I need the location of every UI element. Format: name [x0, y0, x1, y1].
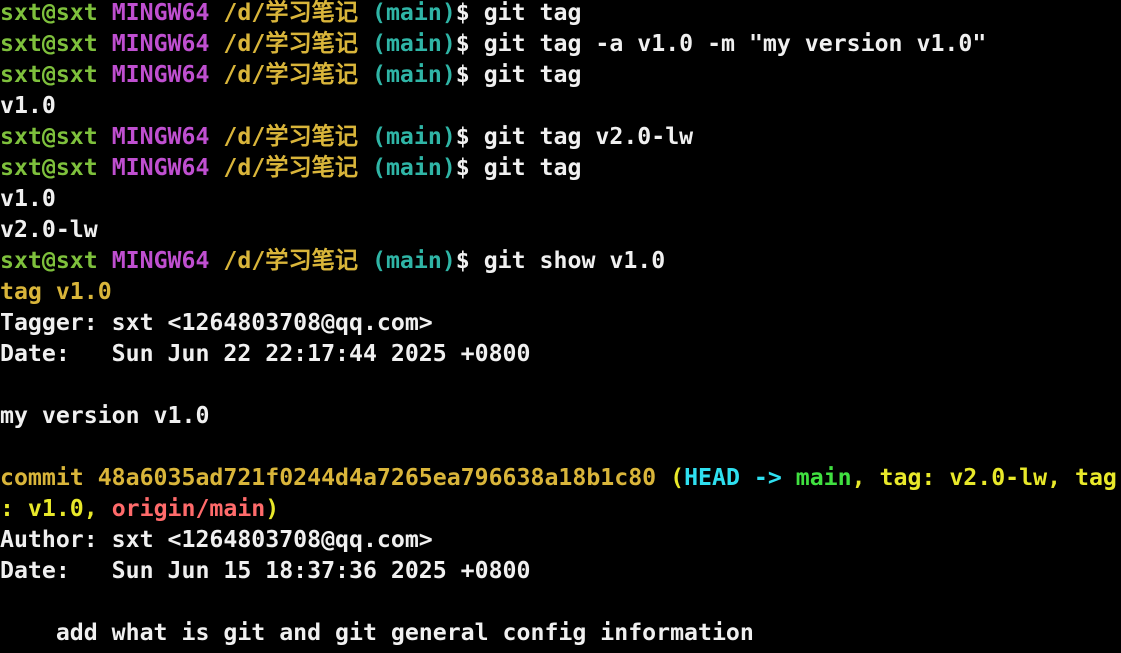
ref-space — [782, 464, 796, 491]
prompt-user: sxt@sxt — [0, 154, 98, 181]
output-text: my version v1.0 — [0, 402, 210, 429]
output-text: Tagger: sxt <1264803708@qq.com> — [0, 309, 433, 336]
command-text: git tag -a v1.0 -m "my version v1.0" — [483, 30, 987, 57]
ref-paren-open: ( — [670, 464, 685, 491]
prompt-path: /d/学习笔记 — [223, 123, 359, 150]
ref-sep: , — [851, 464, 880, 491]
prompt-symbol: $ — [455, 247, 470, 274]
command-text: git tag — [483, 154, 582, 181]
prompt-line: sxt@sxt MINGW64 /d/学习笔记 (main)$ git tag — [0, 0, 1121, 28]
ref-tag-v2: tag: v2.0-lw — [879, 464, 1048, 491]
prompt-symbol: $ — [455, 30, 470, 57]
output-text: v1.0 — [0, 92, 56, 119]
prompt-path: /d/学习笔记 — [223, 61, 359, 88]
prompt-user: sxt@sxt — [0, 123, 98, 150]
terminal-window[interactable]: sxt@sxt MINGW64 /d/学习笔记 (main)$ git tag s… — [0, 0, 1121, 653]
prompt-symbol: $ — [455, 0, 470, 26]
output-line: Author: sxt <1264803708@qq.com> — [0, 524, 1121, 555]
prompt-line: sxt@sxt MINGW64 /d/学习笔记 (main)$ git tag … — [0, 28, 1121, 59]
output-line: v2.0-lw — [0, 214, 1121, 245]
prompt-system: MINGW64 — [111, 247, 210, 274]
ref-sep: , — [1047, 464, 1075, 491]
prompt-system: MINGW64 — [111, 61, 210, 88]
ref-paren-close: ) — [265, 495, 280, 522]
output-line: my version v1.0 — [0, 400, 1121, 431]
prompt-system: MINGW64 — [111, 123, 210, 150]
command-text: git tag v2.0-lw — [483, 123, 694, 150]
prompt-path: /d/学习笔记 — [223, 0, 359, 26]
commit-line: commit 48a6035ad721f0244d4a7265ea796638a… — [0, 462, 1121, 493]
prompt-symbol: $ — [455, 61, 470, 88]
ref-tag-v1-rest: : v1.0 — [0, 495, 84, 522]
prompt-path: /d/学习笔记 — [223, 247, 359, 274]
ref-head: HEAD -> — [684, 464, 782, 491]
prompt-branch: (main) — [372, 123, 456, 150]
command-text: git show v1.0 — [483, 247, 666, 274]
prompt-branch: (main) — [372, 154, 456, 181]
output-text: v2.0-lw — [0, 216, 98, 243]
output-line: v1.0 — [0, 183, 1121, 214]
ref-tag-v1-part: tag — [1074, 464, 1117, 491]
output-line: Date: Sun Jun 22 22:17:44 2025 +0800 — [0, 338, 1121, 369]
ref-main: main — [795, 464, 852, 491]
prompt-system: MINGW64 — [111, 154, 210, 181]
ref-origin: origin/main — [111, 495, 266, 522]
prompt-path: /d/学习笔记 — [223, 154, 359, 181]
prompt-user: sxt@sxt — [0, 0, 98, 26]
commit-line-wrap: : v1.0, origin/main) — [0, 493, 1121, 524]
prompt-branch: (main) — [372, 30, 456, 57]
output-text: add what is git and git general config i… — [0, 619, 754, 646]
command-text: git tag — [483, 0, 582, 26]
output-line: Tagger: sxt <1264803708@qq.com> — [0, 307, 1121, 338]
prompt-system: MINGW64 — [111, 30, 210, 57]
output-text: Author: sxt <1264803708@qq.com> — [0, 526, 433, 553]
output-line: add what is git and git general config i… — [0, 617, 1121, 648]
prompt-user: sxt@sxt — [0, 30, 98, 57]
prompt-user: sxt@sxt — [0, 247, 98, 274]
commit-hash: commit 48a6035ad721f0244d4a7265ea796638a… — [0, 464, 671, 491]
prompt-symbol: $ — [455, 154, 470, 181]
prompt-user: sxt@sxt — [0, 61, 98, 88]
output-text: Date: Sun Jun 22 22:17:44 2025 +0800 — [0, 340, 531, 367]
tag-header-line: tag v1.0 — [0, 276, 1121, 307]
output-line: Date: Sun Jun 15 18:37:36 2025 +0800 — [0, 555, 1121, 586]
prompt-line: sxt@sxt MINGW64 /d/学习笔记 (main)$ git tag — [0, 152, 1121, 183]
prompt-line: sxt@sxt MINGW64 /d/学习笔记 (main)$ git show… — [0, 245, 1121, 276]
prompt-system: MINGW64 — [111, 0, 210, 26]
tag-header-text: tag v1.0 — [0, 278, 112, 305]
prompt-branch: (main) — [372, 247, 456, 274]
output-line: v1.0 — [0, 90, 1121, 121]
prompt-line: sxt@sxt MINGW64 /d/学习笔记 (main)$ git tag — [0, 59, 1121, 90]
prompt-branch: (main) — [372, 61, 456, 88]
prompt-symbol: $ — [455, 123, 470, 150]
output-text: v1.0 — [0, 185, 56, 212]
output-text: Date: Sun Jun 15 18:37:36 2025 +0800 — [0, 557, 531, 584]
ref-sep: , — [83, 495, 112, 522]
prompt-line: sxt@sxt MINGW64 /d/学习笔记 (main)$ git tag … — [0, 121, 1121, 152]
prompt-branch: (main) — [372, 0, 456, 26]
command-text: git tag — [483, 61, 582, 88]
prompt-path: /d/学习笔记 — [223, 30, 359, 57]
